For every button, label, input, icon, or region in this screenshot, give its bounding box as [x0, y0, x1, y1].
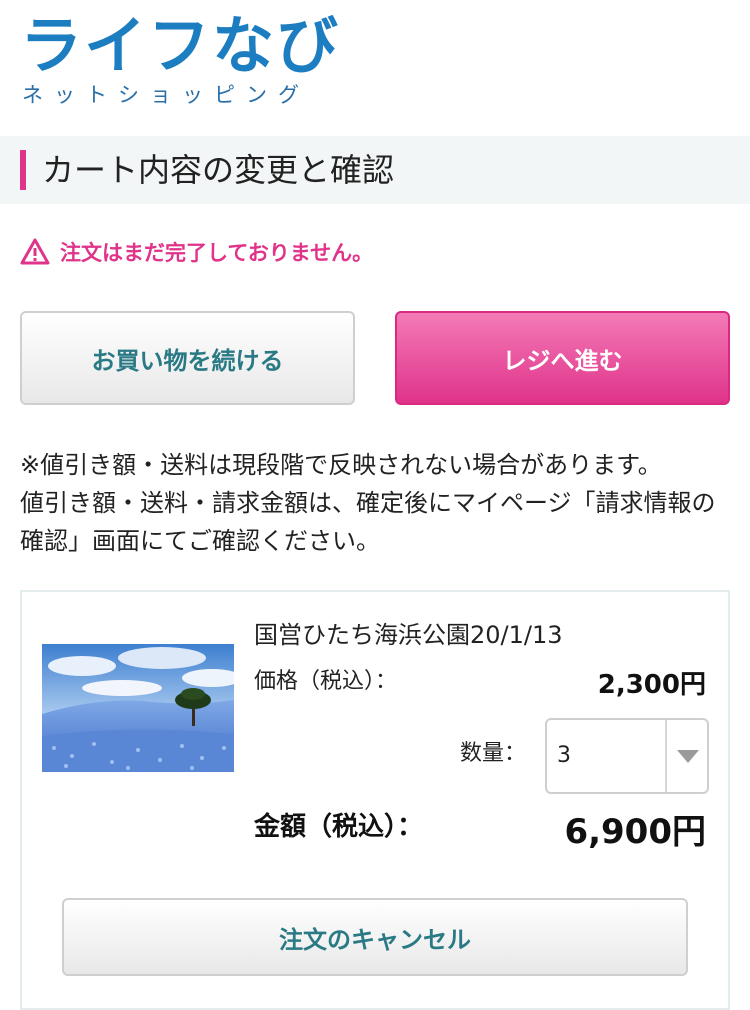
product-name: 国営ひたち海浜公園20/1/13	[254, 621, 563, 649]
order-incomplete-warning: 注文はまだ完了しておりません。	[20, 234, 373, 270]
select-divider	[665, 720, 667, 792]
quantity-value: 3	[557, 743, 571, 768]
price-label: 価格（税込）：	[254, 669, 398, 694]
quantity-label: 数量：	[460, 741, 527, 766]
cart-item-card: 国営ひたち海浜公園20/1/13 価格（税込）： 2,300円 数量： 3 金額…	[20, 590, 730, 1010]
quantity-select[interactable]: 3	[545, 718, 709, 794]
pricing-notice: ※値引き額・送料は現段階で反映されない場合があります。 値引き額・送料・請求金額…	[20, 446, 730, 560]
page-title-bar: カート内容の変更と確認	[0, 136, 750, 204]
warning-text: 注文はまだ完了しておりません。	[60, 241, 374, 265]
notice-line-1: ※値引き額・送料は現段階で反映されない場合があります。	[20, 451, 662, 479]
price-value: 2,300円	[597, 670, 706, 700]
product-thumbnail[interactable]	[42, 644, 234, 772]
logo-main-text: ライフなび	[20, 9, 341, 82]
notice-line-2: 値引き額・送料・請求金額は、確定後にマイページ「請求情報の確認」画面にてご確認く…	[20, 489, 716, 555]
page-title: カート内容の変更と確認	[42, 151, 395, 189]
checkout-button[interactable]: レジへ進む	[395, 311, 730, 405]
cancel-order-button[interactable]: 注文のキャンセル	[62, 898, 688, 976]
total-value: 6,900円	[564, 812, 706, 852]
total-label: 金額（税込）：	[254, 812, 424, 842]
logo-sub-text: ネットショッピング	[22, 83, 310, 107]
product-photo	[42, 644, 234, 772]
site-logo[interactable]: ライフなび ネットショッピング	[20, 10, 338, 110]
title-accent-bar	[20, 150, 26, 190]
continue-shopping-button[interactable]: お買い物を続ける	[20, 311, 355, 405]
warning-triangle-icon	[20, 238, 50, 265]
chevron-down-icon	[677, 750, 699, 763]
